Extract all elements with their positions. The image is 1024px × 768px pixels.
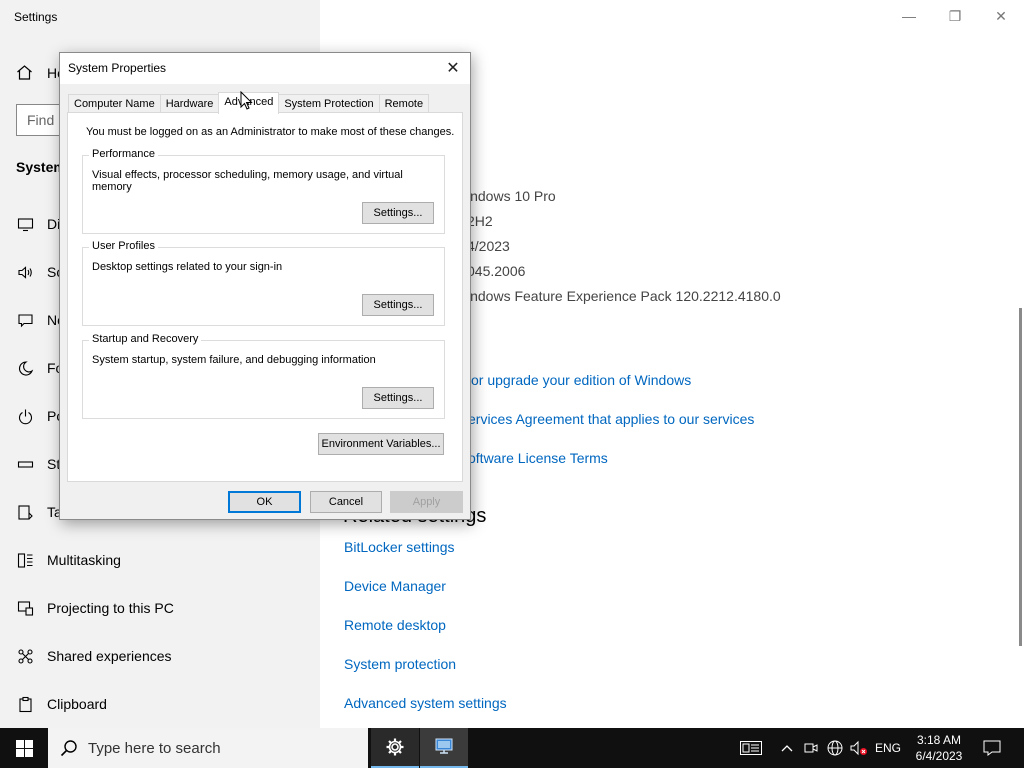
sidebar-item-display[interactable]: Di — [16, 215, 60, 233]
windows-logo-icon — [15, 739, 33, 757]
user-profiles-label: User Profiles — [89, 240, 158, 252]
startup-recovery-group: Startup and Recovery System startup, sys… — [82, 333, 445, 419]
home-icon — [16, 64, 34, 82]
network-globe-icon[interactable] — [825, 728, 845, 768]
sidebar-item-label: Shared experiences — [47, 648, 172, 664]
sidebar-item-sound[interactable]: So — [16, 263, 64, 281]
notifications-icon — [16, 311, 34, 329]
search-icon — [60, 740, 77, 757]
startup-recovery-description: System startup, system failure, and debu… — [92, 354, 376, 366]
sidebar-item-label: Multitasking — [47, 552, 121, 568]
clipboard-icon — [16, 695, 34, 713]
bitlocker-settings-link[interactable]: BitLocker settings — [344, 539, 455, 555]
tab-remote[interactable]: Remote — [378, 94, 430, 114]
shared-experiences-icon — [16, 647, 34, 665]
advanced-system-settings-link[interactable]: Advanced system settings — [344, 695, 507, 711]
clock-time: 3:18 AM — [916, 733, 962, 747]
sidebar-item-notifications[interactable]: No — [16, 311, 65, 329]
user-profiles-group: User Profiles Desktop settings related t… — [82, 240, 445, 326]
main-scrollbar[interactable] — [1019, 308, 1022, 646]
user-profiles-settings-button[interactable]: Settings... — [362, 294, 434, 316]
sound-icon — [16, 263, 34, 281]
settings-taskbar-app[interactable] — [371, 728, 419, 768]
meet-now-icon[interactable] — [802, 728, 820, 768]
tab-system-protection[interactable]: System Protection — [278, 94, 380, 114]
sidebar-item-tablet[interactable]: Ta — [16, 503, 62, 521]
spec-edition: indows 10 Pro — [467, 188, 556, 204]
environment-variables-button[interactable]: Environment Variables... — [318, 433, 444, 455]
taskbar-clock[interactable]: 3:18 AM 6/4/2023 — [900, 732, 978, 764]
remote-desktop-link[interactable]: Remote desktop — [344, 617, 446, 633]
clock-date: 6/4/2023 — [915, 749, 963, 763]
power-icon — [16, 407, 34, 425]
administrator-note: You must be logged on as an Administrato… — [86, 126, 455, 138]
display-icon — [16, 215, 34, 233]
mouse-cursor-icon — [240, 90, 254, 111]
system-protection-link[interactable]: System protection — [344, 656, 456, 672]
performance-label: Performance — [89, 148, 158, 160]
input-language-indicator[interactable]: ENG — [873, 728, 903, 768]
storage-icon — [16, 455, 34, 473]
multitasking-icon — [16, 551, 34, 569]
spec-installed-on: 4/2023 — [467, 238, 510, 254]
home-nav-item[interactable]: Ho — [16, 64, 65, 82]
dialog-close-button[interactable]: ✕ — [442, 57, 464, 79]
sidebar-item-label: Projecting to this PC — [47, 600, 174, 616]
startup-recovery-label: Startup and Recovery — [89, 333, 202, 345]
dialog-title: System Properties — [68, 61, 167, 75]
taskbar-search-box[interactable]: Type here to search — [48, 728, 368, 768]
device-manager-link[interactable]: Device Manager — [344, 578, 446, 594]
taskbar-search-placeholder: Type here to search — [88, 739, 221, 757]
advanced-tab-panel: You must be logged on as an Administrato… — [67, 112, 463, 482]
sidebar-item-shared-experiences[interactable]: Shared experiences — [16, 647, 172, 665]
system-properties-dialog: System Properties ✕ Computer Name Hardwa… — [59, 52, 471, 520]
dialog-titlebar[interactable]: System Properties ✕ — [60, 53, 470, 84]
upgrade-edition-link[interactable]: or upgrade your edition of Windows — [471, 372, 691, 388]
performance-settings-button[interactable]: Settings... — [362, 202, 434, 224]
news-interests-icon[interactable] — [736, 728, 766, 768]
volume-muted-icon[interactable] — [849, 728, 869, 768]
tab-hardware[interactable]: Hardware — [159, 94, 220, 114]
projecting-icon — [16, 599, 34, 617]
sidebar-item-label: Clipboard — [47, 696, 107, 712]
window-title: Settings — [14, 10, 58, 24]
start-button[interactable] — [0, 728, 48, 768]
tab-computer-name[interactable]: Computer Name — [68, 94, 161, 114]
taskbar: Type here to search ENG 3:18 AM 6/4/2023 — [0, 728, 1024, 768]
system-properties-taskbar-app[interactable] — [420, 728, 468, 768]
startup-recovery-settings-button[interactable]: Settings... — [362, 387, 434, 409]
minimize-button[interactable]: — — [886, 0, 932, 32]
performance-description: Visual effects, processor scheduling, me… — [92, 169, 403, 193]
services-agreement-link[interactable]: ervices Agreement that applies to our se… — [468, 411, 754, 427]
ok-button[interactable]: OK — [228, 491, 301, 513]
spec-experience: indows Feature Experience Pack 120.2212.… — [467, 288, 781, 304]
window-controls: — ❐ ✕ — [886, 0, 1024, 32]
restore-button[interactable]: ❐ — [932, 0, 978, 32]
sidebar-item-multitasking[interactable]: Multitasking — [16, 551, 121, 569]
show-hidden-icons-chevron-icon[interactable] — [778, 728, 796, 768]
focus-assist-icon — [16, 359, 34, 377]
license-terms-link[interactable]: oftware License Terms — [468, 450, 608, 466]
tablet-icon — [16, 503, 34, 521]
gear-icon — [386, 738, 404, 756]
user-profiles-description: Desktop settings related to your sign-in — [92, 261, 283, 273]
performance-group: Performance Visual effects, processor sc… — [82, 148, 445, 234]
computer-icon — [435, 738, 453, 754]
action-center-icon[interactable] — [980, 728, 1004, 768]
sidebar-item-focus-assist[interactable]: Fo — [16, 359, 63, 377]
apply-button[interactable]: Apply — [390, 491, 463, 513]
cancel-button[interactable]: Cancel — [310, 491, 382, 513]
sidebar-item-storage[interactable]: St — [16, 455, 60, 473]
close-window-button[interactable]: ✕ — [978, 0, 1024, 32]
sidebar-item-clipboard[interactable]: Clipboard — [16, 695, 107, 713]
sidebar-item-power[interactable]: Po — [16, 407, 64, 425]
spec-os-build: 045.2006 — [467, 263, 526, 279]
sidebar-item-projecting[interactable]: Projecting to this PC — [16, 599, 174, 617]
